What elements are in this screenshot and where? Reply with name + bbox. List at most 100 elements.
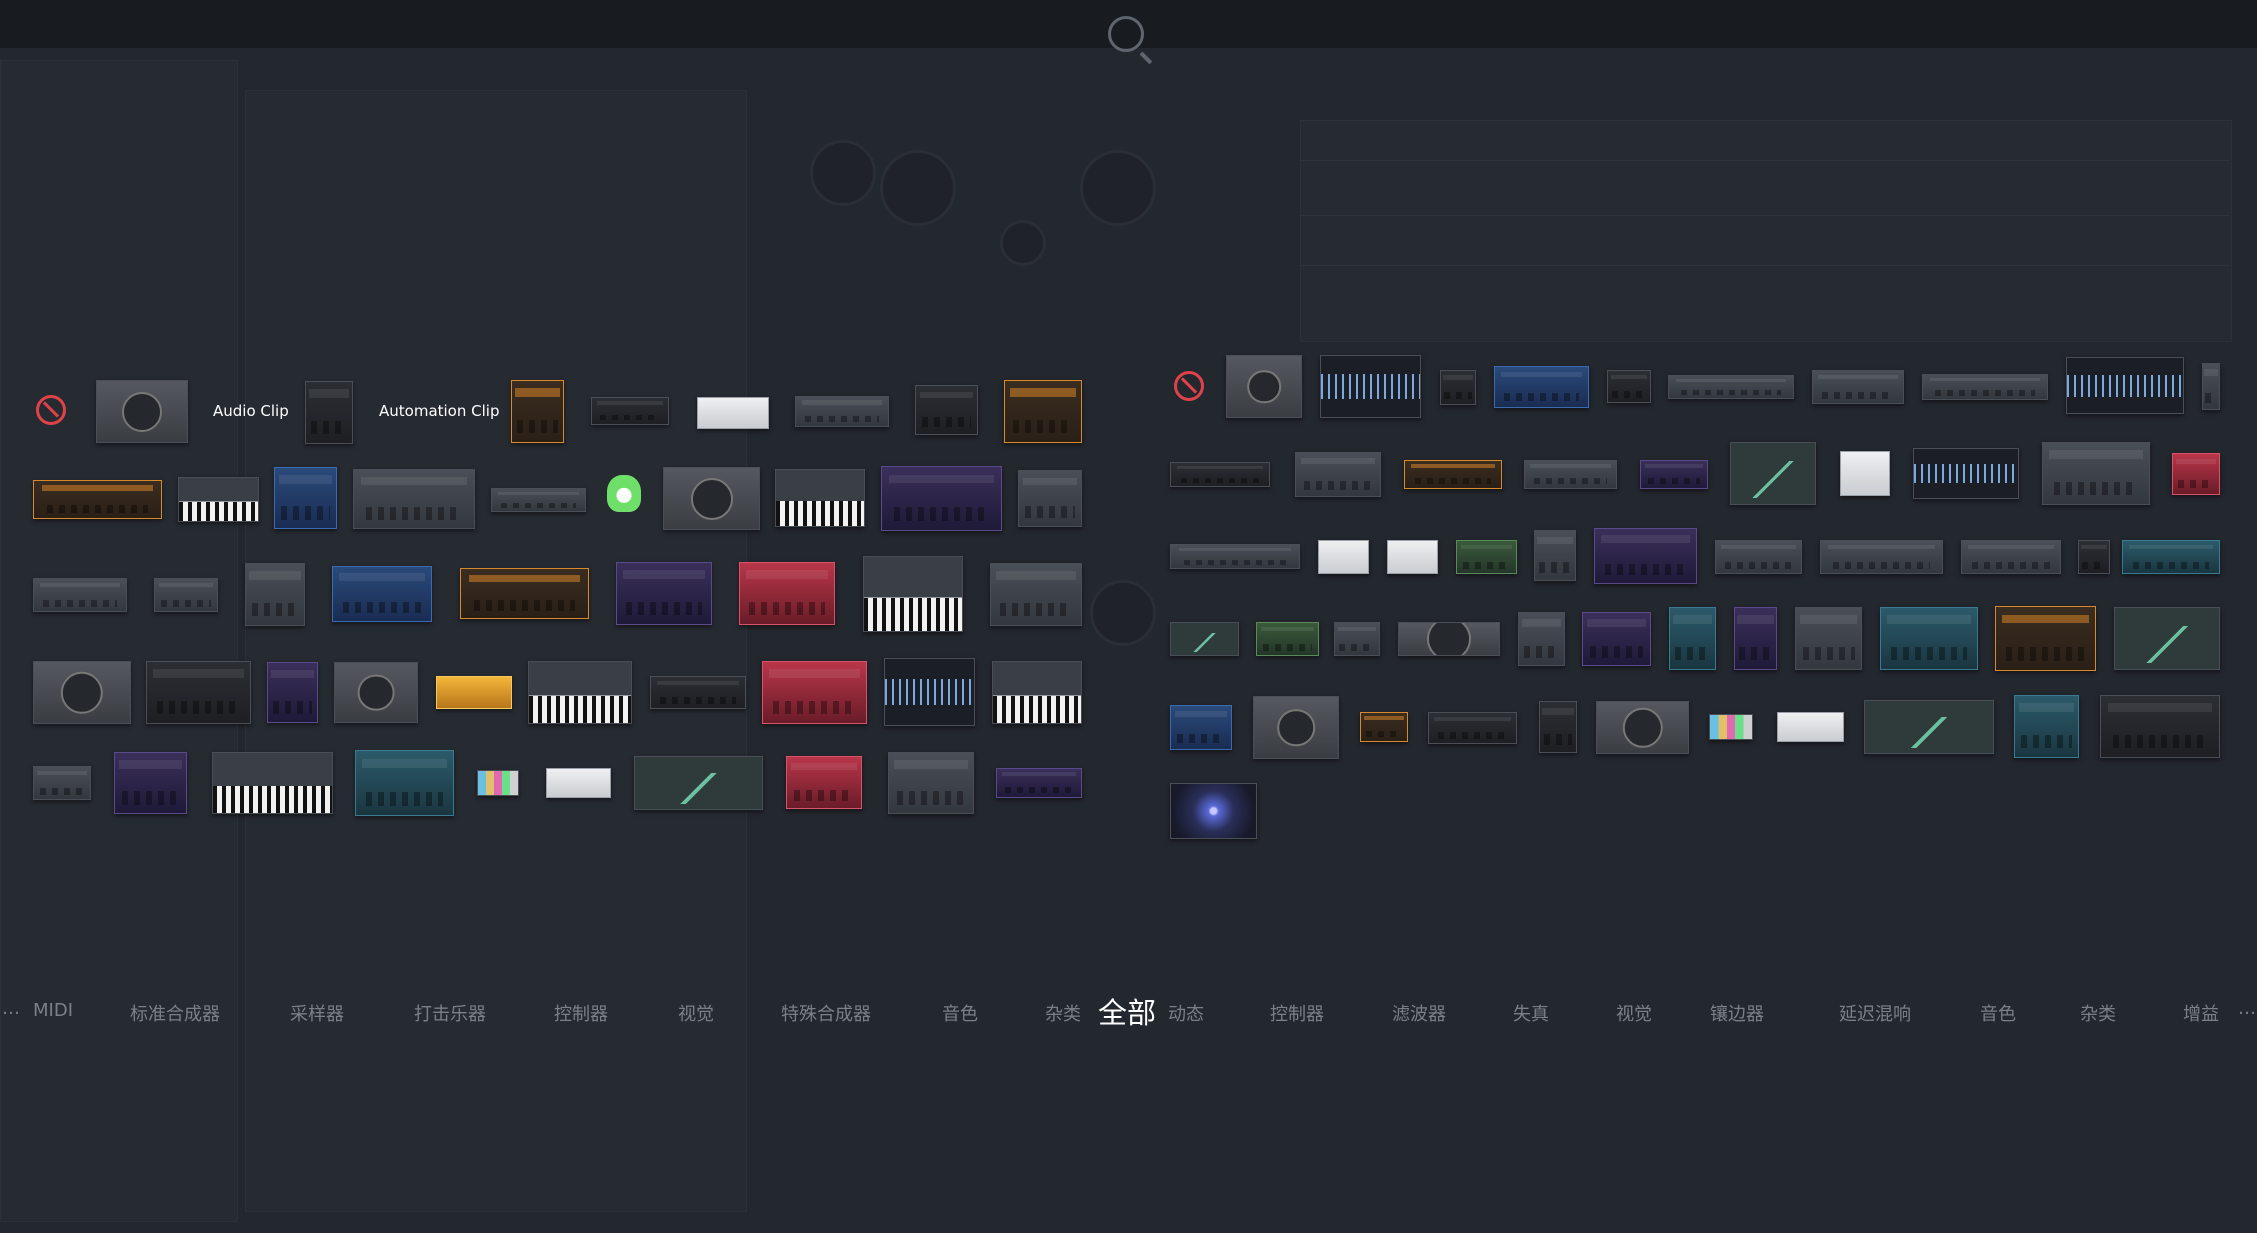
category-controller[interactable]: 控制器	[554, 1000, 608, 1026]
plugin-thumbnail[interactable]	[786, 756, 862, 809]
plugin-thumbnail[interactable]	[2114, 607, 2220, 670]
plugin-thumbnail[interactable]	[1256, 622, 1319, 656]
plugin-thumbnail[interactable]	[634, 756, 763, 810]
plugin-thumbnail[interactable]	[739, 562, 835, 625]
plugin-thumbnail[interactable]	[1170, 462, 1270, 487]
plugin-thumbnail[interactable]	[1318, 540, 1369, 574]
plugin-thumbnail[interactable]	[1734, 607, 1777, 670]
plugin-thumbnail[interactable]	[1594, 528, 1697, 584]
plugin-thumbnail[interactable]	[884, 658, 975, 726]
plugin-thumbnail[interactable]	[1428, 712, 1517, 744]
plugin-thumbnail[interactable]	[881, 466, 1002, 531]
category-flanger[interactable]: 镶边器	[1710, 1000, 1764, 1026]
no-entry-icon[interactable]	[36, 395, 66, 425]
plugin-thumbnail[interactable]	[33, 766, 91, 800]
plugin-thumbnail[interactable]	[114, 752, 187, 814]
plugin-thumbnail[interactable]	[267, 662, 318, 723]
plugin-thumbnail[interactable]	[33, 480, 162, 519]
plugin-thumbnail[interactable]	[546, 768, 611, 798]
plugin-thumbnail[interactable]	[1820, 540, 1943, 574]
plugin-thumbnail[interactable]	[1961, 540, 2061, 574]
plugin-thumbnail[interactable]	[762, 661, 867, 724]
plugin-thumbnail[interactable]	[1880, 607, 1978, 670]
plugin-thumbnail[interactable]	[178, 477, 259, 522]
plugin-thumbnail[interactable]	[1840, 451, 1890, 496]
plugin-thumbnail[interactable]	[650, 676, 746, 709]
category-fx-timbre[interactable]: 音色	[1980, 1000, 2016, 1026]
plugin-thumbnail[interactable]	[1995, 606, 2096, 671]
plugin-thumbnail[interactable]	[1518, 612, 1565, 666]
plugin-thumbnail[interactable]	[1404, 460, 1502, 489]
plugin-thumbnail[interactable]	[1709, 714, 1753, 740]
plugin-thumbnail[interactable]	[992, 661, 1082, 724]
plugin-thumbnail[interactable]	[477, 770, 519, 796]
category-distortion[interactable]: 失真	[1513, 1000, 1549, 1026]
plugin-thumbnail[interactable]	[996, 768, 1082, 798]
plugin-thumbnail[interactable]	[2202, 363, 2220, 410]
plugin-thumbnail[interactable]	[1170, 705, 1232, 750]
plugin-thumbnail[interactable]	[1582, 612, 1651, 666]
plugin-thumbnail[interactable]	[1640, 460, 1708, 489]
plugin-thumbnail[interactable]	[616, 562, 712, 625]
plugin-thumbnail[interactable]	[334, 662, 418, 723]
plugin-thumbnail[interactable]	[1170, 622, 1239, 656]
plugin-thumbnail[interactable]	[305, 381, 353, 444]
category-filter[interactable]: 滤波器	[1392, 1000, 1446, 1026]
plugin-thumbnail[interactable]	[1018, 470, 1082, 527]
plugin-thumbnail[interactable]	[1777, 712, 1844, 742]
plugin-thumbnail[interactable]	[1170, 783, 1257, 839]
category-percussion[interactable]: 打击乐器	[414, 1000, 486, 1026]
plugin-thumbnail[interactable]	[1669, 607, 1716, 670]
plugin-thumbnail[interactable]	[353, 469, 475, 529]
plugin-thumbnail[interactable]	[1795, 607, 1862, 670]
plugin-thumbnail[interactable]	[146, 661, 251, 724]
category-delay-reverb[interactable]: 延迟混响	[1839, 1000, 1911, 1026]
plugin-thumbnail[interactable]	[1253, 696, 1339, 759]
plugin-thumbnail[interactable]	[2078, 540, 2110, 574]
plugin-thumbnail[interactable]	[600, 470, 648, 522]
plugin-thumbnail[interactable]	[1170, 544, 1300, 569]
plugin-thumbnail[interactable]	[863, 556, 963, 632]
plugin-thumbnail[interactable]	[460, 568, 589, 619]
plugin-thumbnail[interactable]	[1607, 370, 1651, 403]
plugin-thumbnail[interactable]	[1226, 355, 1302, 418]
plugin-thumbnail[interactable]	[245, 563, 305, 626]
audio-clip-label[interactable]: Audio Clip	[213, 402, 289, 420]
plugin-thumbnail[interactable]	[1539, 701, 1577, 753]
category-fx-misc[interactable]: 杂类	[2080, 1000, 2116, 1026]
plugin-thumbnail[interactable]	[1398, 622, 1500, 656]
plugin-thumbnail[interactable]	[1730, 442, 1816, 505]
plugin-thumbnail[interactable]	[1387, 540, 1438, 574]
plugin-thumbnail[interactable]	[491, 488, 586, 512]
plugin-thumbnail[interactable]	[795, 396, 889, 427]
category-timbre[interactable]: 音色	[942, 1000, 978, 1026]
plugin-thumbnail[interactable]	[1812, 370, 1904, 404]
plugin-thumbnail[interactable]	[1494, 366, 1589, 408]
scroll-right-ellipsis[interactable]: …	[2238, 998, 2256, 1019]
category-gain[interactable]: 增益	[2183, 1000, 2219, 1026]
plugin-thumbnail[interactable]	[332, 566, 432, 622]
plugin-thumbnail[interactable]	[1320, 355, 1421, 418]
no-entry-icon[interactable]	[1174, 371, 1204, 401]
plugin-thumbnail[interactable]	[1440, 370, 1476, 405]
category-misc[interactable]: 杂类	[1045, 1000, 1081, 1026]
plugin-thumbnail[interactable]	[1295, 452, 1381, 497]
plugin-thumbnail[interactable]	[775, 469, 865, 527]
plugin-thumbnail[interactable]	[33, 578, 127, 612]
plugin-thumbnail[interactable]	[1004, 380, 1082, 443]
automation-clip-label[interactable]: Automation Clip	[379, 402, 499, 420]
category-dynamics[interactable]: 动态	[1168, 1000, 1204, 1026]
plugin-thumbnail[interactable]	[2122, 540, 2220, 574]
plugin-thumbnail[interactable]	[2066, 357, 2184, 414]
plugin-thumbnail[interactable]	[1360, 712, 1408, 742]
category-sampler[interactable]: 采样器	[290, 1000, 344, 1026]
plugin-thumbnail[interactable]	[1456, 540, 1517, 574]
plugin-thumbnail[interactable]	[697, 397, 769, 429]
plugin-thumbnail[interactable]	[1668, 375, 1794, 399]
plugin-thumbnail[interactable]	[1715, 540, 1802, 574]
category-all[interactable]: 全部	[1098, 990, 1156, 1032]
category-fx-visual[interactable]: 视觉	[1616, 1000, 1652, 1026]
plugin-thumbnail[interactable]	[663, 467, 760, 530]
plugin-thumbnail[interactable]	[888, 752, 974, 814]
category-midi[interactable]: MIDI	[33, 1000, 73, 1021]
